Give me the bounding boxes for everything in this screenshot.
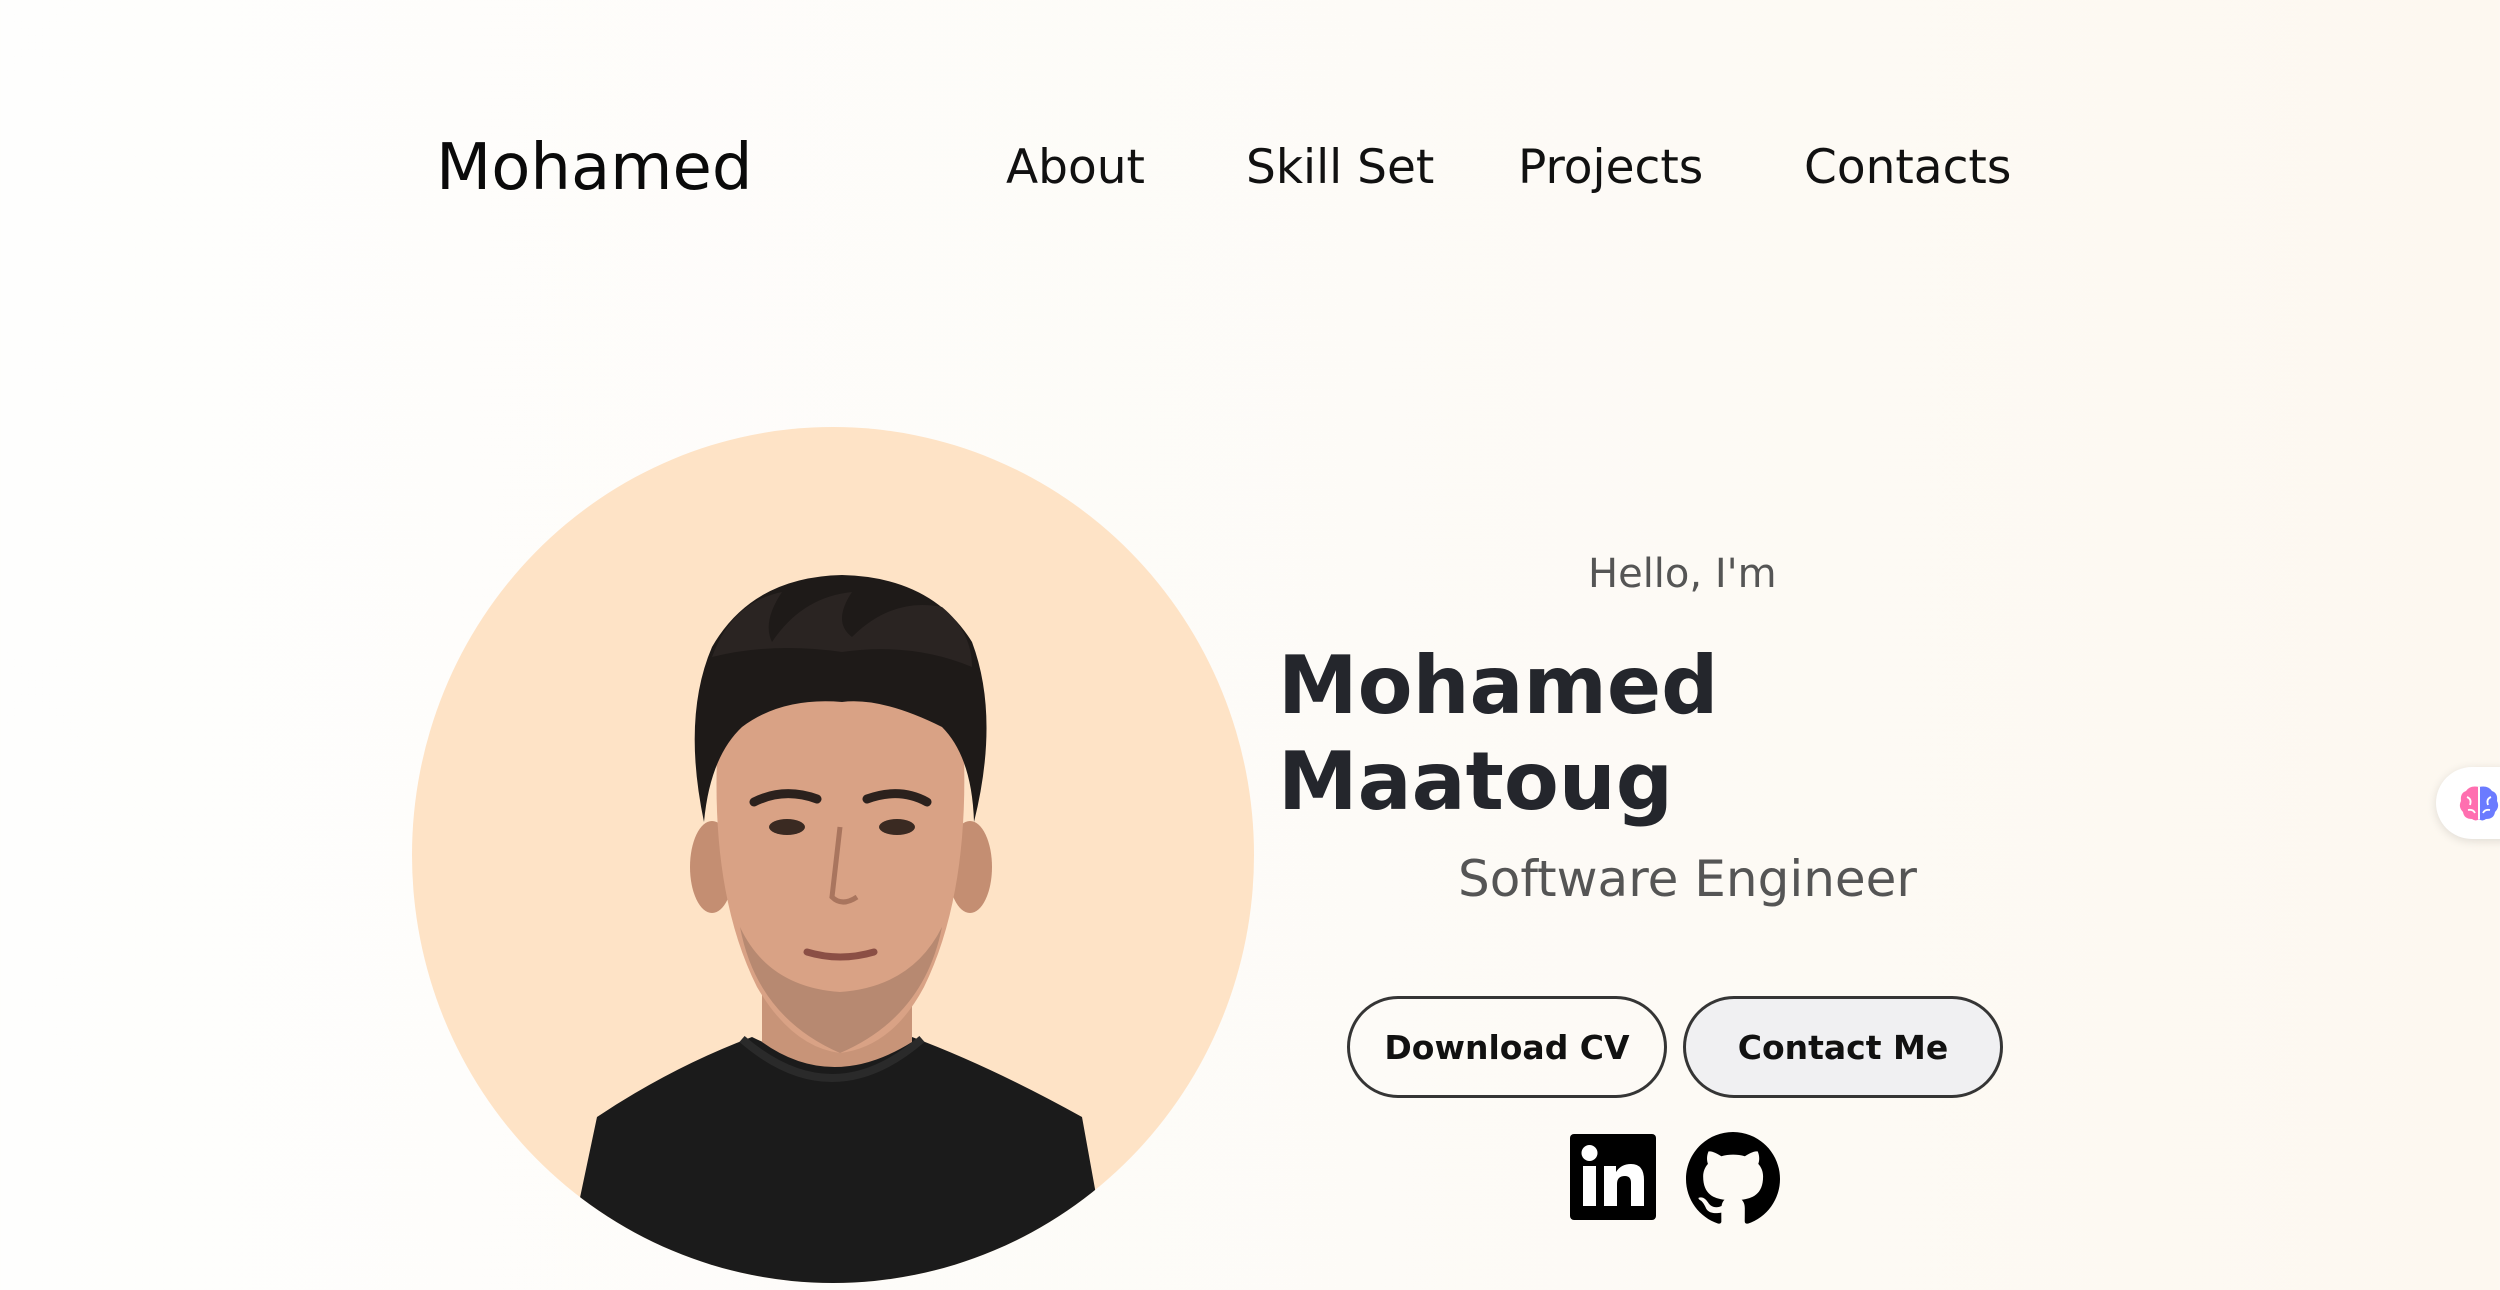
floating-assistant-widget[interactable] <box>2436 767 2500 839</box>
nav-link-projects[interactable]: Projects <box>1518 138 1703 198</box>
greeting-text: Hello, I'm <box>1588 551 1777 597</box>
nav-link-about[interactable]: About <box>1006 138 1145 198</box>
github-icon[interactable] <box>1686 1132 1780 1226</box>
linkedin-icon[interactable] <box>1570 1134 1656 1220</box>
download-cv-button[interactable]: Download CV <box>1347 996 1667 1098</box>
hero-role: Software Engineer <box>1458 850 1917 908</box>
hero-name: Mohamed Maatoug <box>1278 639 1719 828</box>
profile-picture <box>412 427 1254 1283</box>
profile-photo <box>562 575 1112 1283</box>
contact-me-button[interactable]: Contact Me <box>1683 996 2003 1098</box>
site-logo[interactable]: Mohamed <box>436 128 753 208</box>
nav-link-skill-set[interactable]: Skill Set <box>1246 138 1434 198</box>
nav-link-contacts[interactable]: Contacts <box>1804 138 2011 198</box>
brain-icon <box>2459 786 2499 821</box>
